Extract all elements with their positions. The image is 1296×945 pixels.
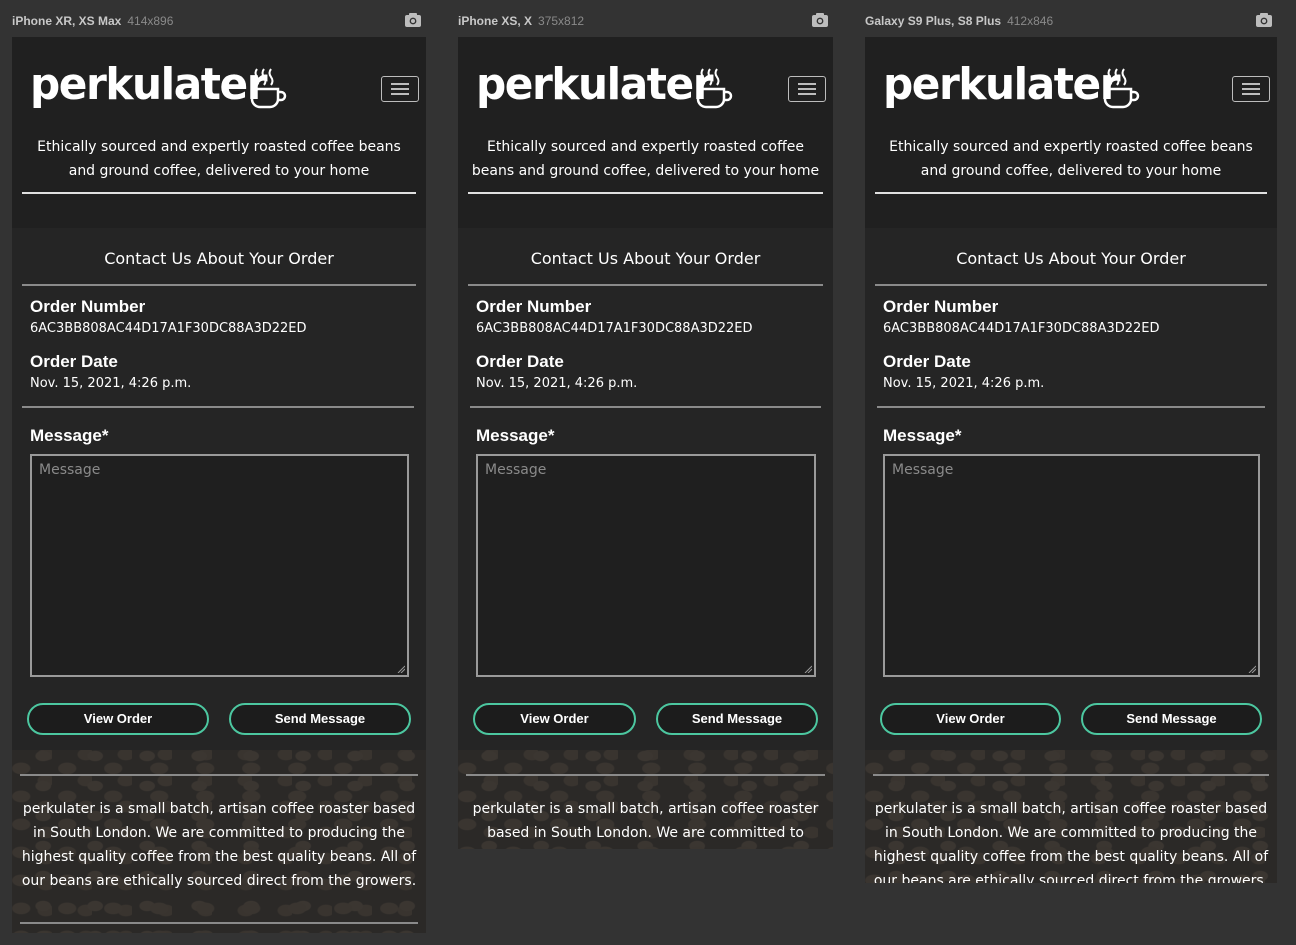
contact-card: Contact Us About Your Order Order Number… bbox=[458, 228, 833, 750]
footer-divider-top bbox=[873, 774, 1269, 776]
footer-about-text: perkulater is a small batch, artisan cof… bbox=[472, 801, 819, 841]
footer-divider-bottom bbox=[20, 922, 418, 924]
steaming-coffee-cup-icon bbox=[1103, 68, 1140, 109]
site-footer: perkulater is a small batch, artisan cof… bbox=[458, 750, 833, 849]
view-order-button[interactable]: View Order bbox=[880, 703, 1061, 735]
view-order-button[interactable]: View Order bbox=[27, 703, 209, 735]
order-number-label: Order Number bbox=[30, 297, 146, 316]
page-title: Contact Us About Your Order bbox=[530, 249, 761, 268]
device-size: 414x896 bbox=[127, 14, 174, 28]
footer-about-text: perkulater is a small batch, artisan cof… bbox=[873, 801, 1269, 883]
site-header: perkulater Ethically sourced and expertl… bbox=[458, 37, 833, 228]
title-divider bbox=[875, 284, 1267, 286]
site-logo[interactable]: perkulater bbox=[476, 59, 714, 110]
order-date-value: Nov. 15, 2021, 4:26 p.m. bbox=[883, 376, 1045, 391]
device-screen: perkulater Ethically sourced and expertl… bbox=[865, 37, 1277, 883]
header-divider bbox=[468, 192, 823, 194]
steaming-coffee-cup-icon bbox=[250, 68, 287, 109]
order-date-value: Nov. 15, 2021, 4:26 p.m. bbox=[30, 376, 192, 391]
message-label: Message* bbox=[30, 426, 109, 445]
title-divider bbox=[468, 284, 823, 286]
device-name: Galaxy S9 Plus, S8 Plus bbox=[865, 14, 1002, 28]
resize-grip-icon[interactable] bbox=[804, 665, 812, 673]
order-date-label: Order Date bbox=[476, 352, 564, 371]
device-label: iPhone XS, X 375x812 bbox=[458, 14, 584, 28]
message-label: Message* bbox=[883, 426, 962, 445]
header-divider bbox=[22, 192, 416, 194]
site-logo[interactable]: perkulater bbox=[30, 59, 268, 110]
camera-icon[interactable] bbox=[811, 12, 829, 28]
site-tagline: Ethically sourced and expertly roasted c… bbox=[37, 139, 401, 179]
site-header: perkulater Ethically sourced and expertl… bbox=[12, 37, 426, 228]
details-divider bbox=[877, 406, 1265, 408]
order-number-label: Order Number bbox=[883, 297, 999, 316]
device-name: iPhone XS, X bbox=[458, 14, 533, 28]
message-textarea[interactable]: Message bbox=[30, 454, 409, 677]
title-divider bbox=[22, 284, 416, 286]
details-divider bbox=[22, 406, 414, 408]
device-label: iPhone XR, XS Max 414x896 bbox=[12, 14, 173, 28]
order-date-label: Order Date bbox=[883, 352, 971, 371]
message-textarea[interactable]: Message bbox=[883, 454, 1260, 677]
device-size: 412x846 bbox=[1007, 14, 1054, 28]
header-divider bbox=[875, 192, 1267, 194]
message-label: Message* bbox=[476, 426, 555, 445]
footer-divider-top bbox=[20, 774, 418, 776]
order-number-value: 6AC3BB808AC44D17A1F30DC88A3D22ED bbox=[30, 321, 307, 336]
footer-about-text: perkulater is a small batch, artisan cof… bbox=[21, 801, 417, 889]
hamburger-menu-icon[interactable] bbox=[381, 76, 419, 102]
site-footer: perkulater is a small batch, artisan cof… bbox=[865, 750, 1277, 883]
order-date-label: Order Date bbox=[30, 352, 118, 371]
device-label: Galaxy S9 Plus, S8 Plus 412x846 bbox=[865, 14, 1053, 28]
camera-icon[interactable] bbox=[404, 12, 422, 28]
site-logo[interactable]: perkulater bbox=[883, 59, 1121, 110]
send-message-button[interactable]: Send Message bbox=[1081, 703, 1262, 735]
page-title: Contact Us About Your Order bbox=[956, 249, 1186, 268]
site-tagline: Ethically sourced and expertly roasted c… bbox=[471, 139, 820, 179]
site-header: perkulater Ethically sourced and expertl… bbox=[865, 37, 1277, 228]
resize-grip-icon[interactable] bbox=[1248, 665, 1256, 673]
contact-card: Contact Us About Your Order Order Number… bbox=[865, 228, 1277, 750]
order-date-value: Nov. 15, 2021, 4:26 p.m. bbox=[476, 376, 638, 391]
camera-icon[interactable] bbox=[1255, 12, 1273, 28]
view-order-button[interactable]: View Order bbox=[473, 703, 636, 735]
hamburger-menu-icon[interactable] bbox=[1232, 76, 1270, 102]
hamburger-menu-icon[interactable] bbox=[788, 76, 826, 102]
send-message-button[interactable]: Send Message bbox=[229, 703, 411, 735]
order-number-value: 6AC3BB808AC44D17A1F30DC88A3D22ED bbox=[883, 321, 1160, 336]
site-footer: perkulater is a small batch, artisan cof… bbox=[12, 750, 426, 933]
device-screen: perkulater Ethically sourced and expertl… bbox=[458, 37, 833, 849]
details-divider bbox=[470, 406, 821, 408]
device-name: iPhone XR, XS Max bbox=[12, 14, 122, 28]
device-size: 375x812 bbox=[538, 14, 585, 28]
message-textarea[interactable]: Message bbox=[476, 454, 816, 677]
resize-grip-icon[interactable] bbox=[397, 665, 405, 673]
page-title: Contact Us About Your Order bbox=[104, 249, 334, 268]
site-tagline: Ethically sourced and expertly roasted c… bbox=[889, 139, 1253, 179]
order-number-label: Order Number bbox=[476, 297, 592, 316]
steaming-coffee-cup-icon bbox=[696, 68, 733, 109]
order-number-value: 6AC3BB808AC44D17A1F30DC88A3D22ED bbox=[476, 321, 753, 336]
footer-divider-top bbox=[466, 774, 825, 776]
send-message-button[interactable]: Send Message bbox=[656, 703, 818, 735]
contact-card: Contact Us About Your Order Order Number… bbox=[12, 228, 426, 750]
device-screen: perkulater Ethically sourced and expertl… bbox=[12, 37, 426, 933]
